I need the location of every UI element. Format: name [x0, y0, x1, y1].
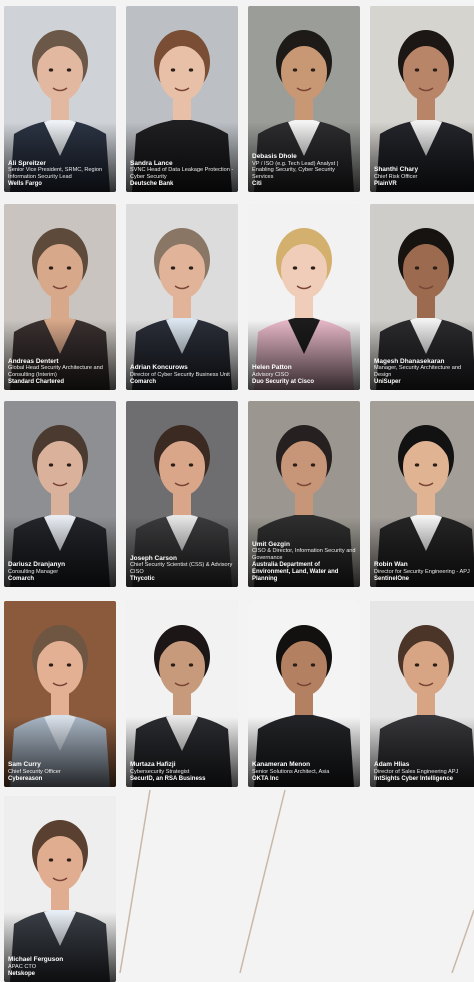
speaker-name: Adrian Koncurows	[130, 364, 188, 372]
speaker-card[interactable]: Shanthi Chary Chief Risk Officer PlainVR	[370, 6, 474, 192]
speaker-title: SVNC Head of Data Leakage Protection - C…	[130, 167, 234, 180]
speaker-card[interactable]: Michael Ferguson APAC CTO Netskope	[4, 796, 116, 982]
speaker-name: Robin Wan	[374, 561, 408, 569]
speaker-card[interactable]: Murtaza Hafizji Cybersecurity Strategist S…	[126, 601, 238, 787]
speaker-card[interactable]: Kanameran Menon Senior Solutions Architec…	[248, 601, 360, 787]
speaker-name: Debasis Dhole	[252, 153, 297, 161]
speaker-caption: Michael Ferguson APAC CTO Netskope	[8, 956, 113, 978]
speaker-name: Ali Spreitzer	[8, 159, 46, 167]
speaker-name: Magesh Dhanasekaran	[374, 357, 445, 365]
speaker-name: Shanthi Chary	[374, 166, 419, 174]
speaker-company: Thycotic	[130, 576, 155, 583]
speaker-caption: Andreas Dentert Global Head Security Arch…	[8, 358, 113, 386]
speaker-card[interactable]: Umit Gezgin CISO & Director, Information …	[248, 401, 360, 587]
speaker-caption: Sam Curry Chief Security Officer Cybereaso…	[8, 761, 113, 783]
speaker-name: Sandra Lance	[130, 159, 173, 167]
speaker-caption: Shanthi Chary Chief Risk Officer PlainVR	[374, 166, 474, 188]
speaker-card[interactable]: Ali Spreitzer Senior Vice President, SRMC…	[4, 6, 116, 192]
speaker-card[interactable]: Dariusz Dranjanyn Consulting Manager Comar…	[4, 401, 116, 587]
speaker-caption: Kanameran Menon Senior Solutions Architec…	[252, 761, 357, 783]
speaker-card[interactable]: Robin Wan Director for Security Engineeri…	[370, 401, 474, 587]
speaker-company: UniSuper	[374, 379, 401, 386]
speaker-name: Joseph Carson	[130, 554, 177, 562]
speaker-company: SentinelOne	[374, 576, 410, 583]
speaker-title: Consulting Manager	[8, 568, 59, 575]
speaker-company: Standard Chartered	[8, 379, 65, 386]
speaker-title: Director of Sales Engineering APJ	[374, 768, 459, 775]
speaker-name: Kanameran Menon	[252, 761, 311, 769]
speaker-caption: Umit Gezgin CISO & Director, Information …	[252, 541, 357, 583]
speaker-title: Senior Solutions Architect, Asia	[252, 768, 330, 775]
speaker-card[interactable]: Andreas Dentert Global Head Security Arch…	[4, 204, 116, 390]
speaker-caption: Dariusz Dranjanyn Consulting Manager Comar…	[8, 561, 113, 583]
speaker-company: Duo Security at Cisco	[252, 379, 315, 386]
speaker-company: Cybereason	[8, 776, 43, 783]
speaker-company: Netskope	[8, 971, 36, 978]
speaker-name: Michael Ferguson	[8, 956, 64, 964]
speaker-title: CISO & Director, Information Security an…	[252, 548, 356, 561]
speaker-name: Andreas Dentert	[8, 357, 59, 365]
speaker-company: Citi	[252, 181, 262, 188]
speaker-company: Deutsche Bank	[130, 181, 174, 188]
speaker-caption: Murtaza Hafizji Cybersecurity Strategist S…	[130, 761, 235, 783]
speaker-name: Helen Patton	[252, 364, 292, 372]
speaker-company: IntSights Cyber Intelligence	[374, 776, 454, 783]
speaker-title: Senior Vice President, SRMC, Region Info…	[8, 167, 103, 180]
speaker-card[interactable]: Magesh Dhanasekaran Manager, Security Arc…	[370, 204, 474, 390]
speaker-title: Manager, Security Architecture and Desig…	[374, 365, 462, 378]
speaker-company: Comarch	[8, 576, 35, 583]
speaker-name: Dariusz Dranjanyn	[8, 561, 66, 569]
speaker-card[interactable]: Sandra Lance SVNC Head of Data Leakage Pr…	[126, 6, 238, 192]
speaker-caption: Adam Hlias Director of Sales Engineering …	[374, 761, 474, 783]
speaker-company: Wells Fargo	[8, 181, 42, 188]
speaker-card[interactable]: Adrian Koncurows Director of Cyber Securi…	[126, 204, 238, 390]
speaker-card[interactable]: Sam Curry Chief Security Officer Cybereaso…	[4, 601, 116, 787]
speaker-card[interactable]: Debasis Dhole VP / ISO (e.g. Tech Lead) A…	[248, 6, 360, 192]
speaker-title: APAC CTO	[8, 963, 37, 970]
speaker-name: Adam Hlias	[374, 761, 410, 769]
speaker-name: Umit Gezgin	[252, 541, 290, 549]
speaker-caption: Joseph Carson Chief Security Scientist (C…	[130, 555, 235, 583]
speaker-title: Chief Security Officer	[8, 768, 61, 775]
speaker-card[interactable]: Joseph Carson Chief Security Scientist (C…	[126, 401, 238, 587]
speaker-title: Cybersecurity Strategist	[130, 768, 190, 775]
speaker-company: PlainVR	[374, 181, 397, 188]
speaker-title: Global Head Security Architecture and Co…	[8, 365, 103, 378]
speaker-caption: Sandra Lance SVNC Head of Data Leakage Pr…	[130, 160, 235, 188]
speaker-caption: Robin Wan Director for Security Engineeri…	[374, 561, 474, 583]
speaker-title: Chief Risk Officer	[374, 173, 418, 180]
speaker-title: Chief Security Scientist (CSS) & Advisor…	[130, 562, 233, 575]
speaker-caption: Ali Spreitzer Senior Vice President, SRMC…	[8, 160, 113, 188]
speaker-caption: Magesh Dhanasekaran Manager, Security Arc…	[374, 358, 474, 386]
speaker-company: OKTA Inc	[252, 776, 279, 783]
speaker-company: SecurID, an RSA Business	[130, 776, 206, 783]
speaker-title: Director for Security Engineering - APJ	[374, 568, 470, 575]
speaker-company: Comarch	[130, 379, 157, 386]
speaker-name: Sam Curry	[8, 761, 41, 769]
speaker-title: Director of Cyber Security Business Unit	[130, 371, 230, 378]
speaker-caption: Adrian Koncurows Director of Cyber Securi…	[130, 364, 235, 386]
speaker-caption: Debasis Dhole VP / ISO (e.g. Tech Lead) A…	[252, 153, 357, 188]
speaker-company: Australia Department of Environment, Lan…	[252, 562, 339, 583]
speaker-card[interactable]: Helen Patton Advisory CISO Duo Security at…	[248, 204, 360, 390]
speaker-name: Murtaza Hafizji	[130, 761, 176, 769]
speaker-card[interactable]: Adam Hlias Director of Sales Engineering …	[370, 601, 474, 787]
speaker-title: VP / ISO (e.g. Tech Lead) Analyst | Enab…	[252, 160, 339, 180]
speaker-title: Advisory CISO	[252, 371, 289, 378]
speaker-caption: Helen Patton Advisory CISO Duo Security at…	[252, 364, 357, 386]
